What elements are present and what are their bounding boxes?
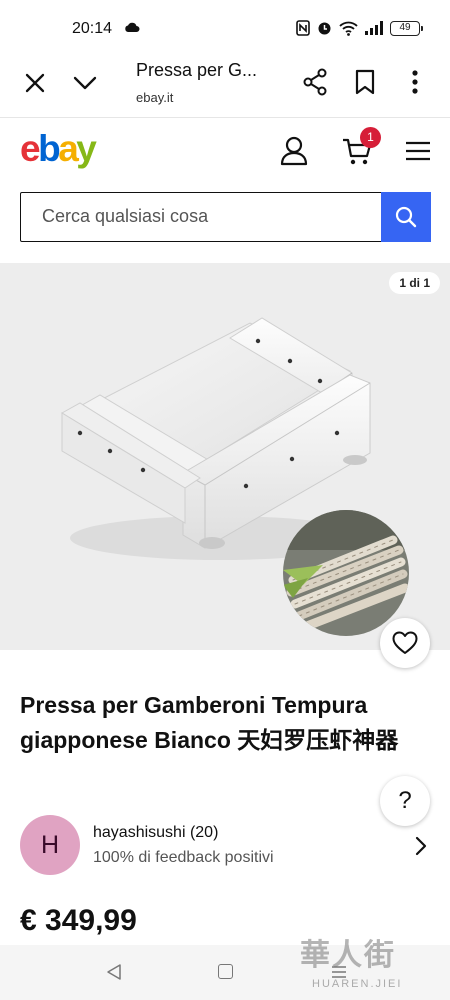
status-bar: 20:14 49 xyxy=(0,0,450,56)
menu-icon[interactable] xyxy=(405,140,431,162)
cloud-icon xyxy=(125,22,140,32)
browser-page-title: Pressa per G... xyxy=(136,60,258,80)
close-icon[interactable] xyxy=(22,70,48,96)
seller-info[interactable]: H hayashisushi (20) 100% di feedback pos… xyxy=(20,815,435,877)
signal-icon xyxy=(365,21,383,35)
seller-name: hayashisushi (20) xyxy=(93,824,219,841)
bookmark-icon[interactable] xyxy=(352,68,378,96)
shrimp-image xyxy=(283,510,409,636)
search-bar xyxy=(20,192,431,242)
search-button[interactable] xyxy=(381,192,431,242)
chevron-down-icon[interactable] xyxy=(72,70,98,96)
product-gallery[interactable]: 1 di 1 xyxy=(0,263,450,650)
cart-count-badge: 1 xyxy=(360,127,381,148)
battery-icon: 49 xyxy=(390,20,423,36)
seller-avatar: H xyxy=(20,815,80,875)
watermark-subtitle: HUAREN.JIEI xyxy=(312,978,403,990)
chevron-right-icon xyxy=(415,836,427,856)
seller-feedback: 100% di feedback positivi xyxy=(93,849,274,866)
alarm-icon xyxy=(318,22,331,35)
browser-toolbar: Pressa per G... ebay.it xyxy=(0,56,450,118)
product-price: € 349,99 xyxy=(20,904,137,937)
browser-url: ebay.it xyxy=(136,90,174,105)
nav-home-icon[interactable] xyxy=(218,964,233,979)
heart-icon xyxy=(392,631,418,654)
product-title: Pressa per Gamberoni Tempura giapponese … xyxy=(20,692,399,753)
wifi-icon xyxy=(339,21,358,36)
user-icon[interactable] xyxy=(280,136,308,166)
status-time: 20:14 xyxy=(72,20,113,37)
image-counter: 1 di 1 xyxy=(389,272,440,294)
search-icon xyxy=(395,206,417,228)
more-vertical-icon[interactable] xyxy=(404,68,426,96)
watch-button[interactable] xyxy=(380,618,430,668)
ebay-logo[interactable]: ebay xyxy=(20,128,97,170)
status-icons: 49 xyxy=(296,20,423,36)
watermark: 華人街 xyxy=(300,939,396,972)
nfc-icon xyxy=(296,20,310,36)
search-input[interactable] xyxy=(21,193,381,240)
site-header: ebay 1 xyxy=(0,118,450,188)
shrimp-thumbnail[interactable] xyxy=(283,510,409,636)
share-icon[interactable] xyxy=(302,68,328,96)
nav-back-icon[interactable] xyxy=(106,963,122,981)
